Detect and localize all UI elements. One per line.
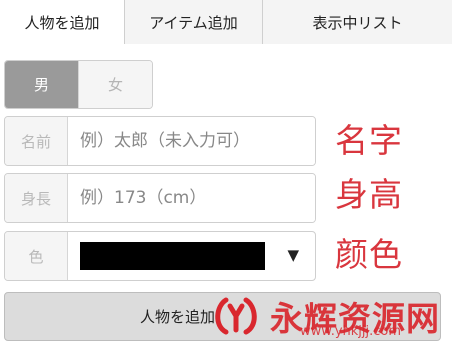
female-button[interactable]: 女 xyxy=(78,61,152,108)
tab-display-list[interactable]: 表示中リスト xyxy=(262,0,452,44)
tab-label: 表示中リスト xyxy=(312,13,403,32)
gender-toggle: 男 女 xyxy=(4,60,153,109)
app-page: 人物を追加 アイテム追加 表示中リスト 男 女 名前 身長 色 ▼ 名字 身高 … xyxy=(0,0,452,349)
chevron-down-icon[interactable]: ▼ xyxy=(287,246,299,264)
tab-bar: 人物を追加 アイテム追加 表示中リスト xyxy=(0,0,452,44)
color-field-row: 色 ▼ xyxy=(4,231,316,281)
female-label: 女 xyxy=(107,76,123,94)
annotation-name: 名字 xyxy=(335,121,403,160)
male-label: 男 xyxy=(33,76,49,94)
add-person-button[interactable]: 人物を追加 xyxy=(4,292,441,341)
name-field-row: 名前 xyxy=(4,116,316,166)
tab-label: 人物を追加 xyxy=(24,13,100,32)
add-person-label: 人物を追加 xyxy=(139,308,215,326)
height-field-row: 身長 xyxy=(4,173,316,223)
annotation-color: 颜色 xyxy=(335,235,403,274)
color-swatch xyxy=(80,242,265,270)
male-button[interactable]: 男 xyxy=(5,61,78,108)
tab-add-person[interactable]: 人物を追加 xyxy=(0,0,124,44)
name-input[interactable] xyxy=(68,117,315,165)
height-label: 身長 xyxy=(5,174,68,222)
tab-add-item[interactable]: アイテム追加 xyxy=(124,0,262,44)
color-label: 色 xyxy=(5,232,68,280)
annotation-height: 身高 xyxy=(335,175,403,214)
height-input[interactable] xyxy=(68,174,315,222)
color-select[interactable]: ▼ xyxy=(68,232,315,280)
name-label: 名前 xyxy=(5,117,68,165)
tab-label: アイテム追加 xyxy=(149,13,238,32)
